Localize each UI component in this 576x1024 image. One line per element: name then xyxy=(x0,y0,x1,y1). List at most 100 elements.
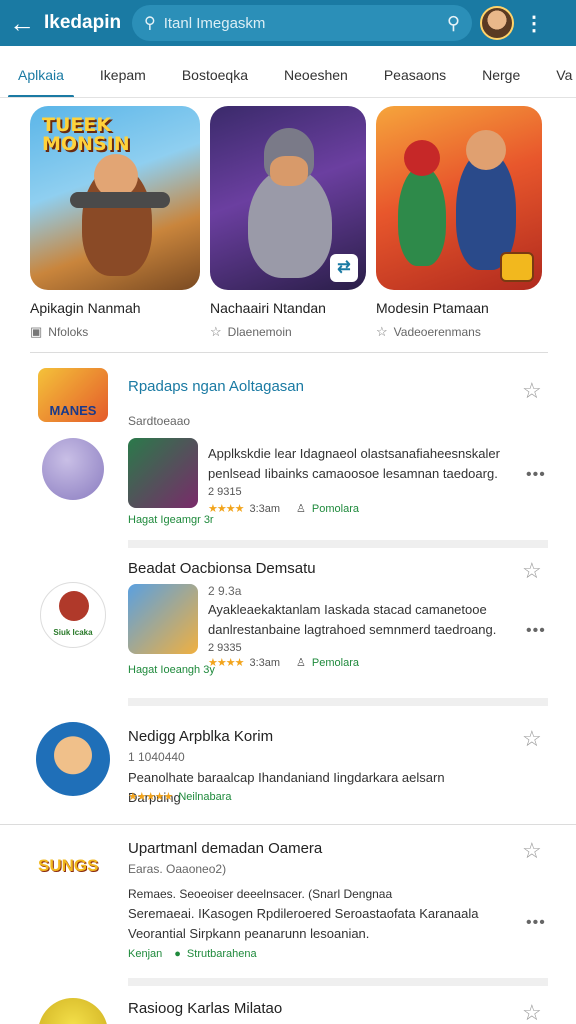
featured-card[interactable]: ⇄ Nachaairi Ntandan ☆ Dlaenemoin xyxy=(210,106,366,346)
arrow-left-icon: ← xyxy=(9,7,35,38)
category-tabs: Aplkaia Ikepam Bostoeqka Neoeshen Peasao… xyxy=(0,52,576,98)
item-sub: Earas. Oaaoneo2) xyxy=(128,862,227,876)
more-horiz-icon[interactable]: ••• xyxy=(526,466,546,484)
section-label: Sardtoeaao xyxy=(128,414,191,428)
app-thumbnail xyxy=(128,584,198,654)
rating-row: ★★★★★ Neilnabara xyxy=(128,790,232,804)
star-outline-icon[interactable]: ☆ xyxy=(522,378,542,404)
search-bar[interactable]: ⚲ Itanl Imegaskm ⚲ xyxy=(132,5,472,41)
app-logo-text: Siuk Icaka xyxy=(53,628,93,637)
featured-row: TUEEK MONSIN Apikagin Nanmah ▣ Nfoloks ⇄… xyxy=(30,106,576,346)
item-description: Ayakleaekaktanlam Iaskada stacad camanet… xyxy=(208,602,497,637)
app-logo: SUNGS xyxy=(38,856,110,890)
more-vert-icon[interactable]: ⋮ xyxy=(524,11,544,36)
featured-image xyxy=(376,106,542,290)
star-outline-icon[interactable]: ☆ xyxy=(522,838,542,864)
more-horiz-icon[interactable]: ••• xyxy=(526,622,546,640)
star-outline-icon[interactable]: ☆ xyxy=(522,726,542,752)
more-horiz-icon[interactable]: ••• xyxy=(526,914,546,932)
list-item[interactable]: Rasioog Karlas Milatao ☆ xyxy=(0,990,576,1024)
featured-sub: ▣ Nfoloks xyxy=(30,324,200,340)
featured-sub: ☆ Dlaenemoin xyxy=(210,324,366,340)
item-title: Upartmanl demadan Oamera xyxy=(128,840,323,857)
featured-sub: ☆ Vadeoerenmans xyxy=(376,324,546,340)
rating-stars-icon: ★★★★★ xyxy=(128,791,173,803)
chat-icon: ▣ xyxy=(30,324,43,339)
item-category: Strutbarahena xyxy=(186,948,257,960)
star-outline-icon: ☆ xyxy=(210,324,222,339)
item-description: Seremaeai. IKasogen Rpdileroered Seroast… xyxy=(128,906,479,941)
app-logo-text: MANES xyxy=(49,403,97,418)
item-description: Applkskdie lear Idagnaeol olastsanafiahe… xyxy=(208,446,500,481)
list-item[interactable]: MANES Rpadaps ngan Aoltagasan ☆ Sardtoea… xyxy=(0,362,576,542)
search-submit-icon[interactable]: ⚲ xyxy=(447,13,460,34)
star-outline-icon[interactable]: ☆ xyxy=(522,1000,542,1024)
divider xyxy=(128,540,548,548)
rating-time: 3:3am xyxy=(249,656,281,669)
app-logo: MANES xyxy=(38,368,108,422)
item-title: Rpadaps ngan Aoltagasan xyxy=(128,378,304,395)
rating-code: 2 9335 xyxy=(208,642,242,654)
item-title: Nedigg Arpblka Korim xyxy=(128,728,274,745)
list-item[interactable]: Siuk Icaka Beadat Oacbionsa Demsatu ☆ 2 … xyxy=(0,552,576,702)
app-logo-text: SUNGS xyxy=(38,856,99,875)
featured-card[interactable]: Modesin Ptamaan ☆ Vadeoerenmans xyxy=(376,106,546,346)
list-item[interactable]: Nedigg Arpblka Korim ☆ 1 1040440 Peanolh… xyxy=(0,712,576,822)
publisher: Pomolara xyxy=(311,502,359,515)
list-item[interactable]: SUNGS Upartmanl demadan Oamera ☆ Earas. … xyxy=(0,830,576,980)
item-title: Rasioog Karlas Milatao xyxy=(128,1000,283,1017)
featured-sub-text: Nfoloks xyxy=(48,325,89,339)
tab-nerge[interactable]: Nerge xyxy=(464,52,538,97)
item-sub: 2 9.3a xyxy=(208,584,242,598)
search-input[interactable]: Itanl Imegaskm xyxy=(164,15,447,32)
tab-aplkaia[interactable]: Aplkaia xyxy=(0,52,82,97)
rating-code: 2 9315 xyxy=(208,486,242,498)
profile-avatar[interactable] xyxy=(480,6,514,40)
app-logo xyxy=(36,722,110,796)
featured-caption: Modesin Ptamaan xyxy=(376,300,489,316)
app-badge-icon: ⇄ xyxy=(330,254,358,282)
app-avatar xyxy=(42,438,104,500)
item-title: Beadat Oacbionsa Demsatu xyxy=(128,560,316,577)
featured-image: ⇄ xyxy=(210,106,366,290)
featured-sub-text: Vadeoerenmans xyxy=(393,325,481,339)
item-line: Remaes. Seoeoiser deeelnsacer. (Snarl De… xyxy=(128,887,393,901)
app-title: Ikedapin xyxy=(44,12,122,33)
users-icon: ♙ xyxy=(296,503,306,515)
featured-image: TUEEK MONSIN xyxy=(30,106,200,290)
back-button[interactable]: ← xyxy=(0,0,44,46)
tag-row: Kenjan ● Strutbarahena xyxy=(128,948,257,960)
rating-row: ★★★★ 3:3am ♙ Pemolara xyxy=(208,656,359,670)
divider xyxy=(30,352,548,353)
rating-time: 3:3am xyxy=(249,502,281,515)
divider xyxy=(128,978,548,986)
verified-icon: ● xyxy=(174,948,181,960)
featured-caption: Nachaairi Ntandan xyxy=(210,300,326,316)
item-category: Hagat Ioeangh 3y xyxy=(128,664,215,676)
star-outline-icon: ☆ xyxy=(376,324,388,339)
tab-neoeshen[interactable]: Neoeshen xyxy=(266,52,366,97)
search-icon: ⚲ xyxy=(144,15,156,32)
divider xyxy=(128,698,548,706)
app-logo xyxy=(38,998,108,1024)
tab-peasaons[interactable]: Peasaons xyxy=(366,52,464,97)
featured-caption: Apikagin Nanmah xyxy=(30,300,141,316)
game-badge-icon xyxy=(500,252,534,282)
game-title-art: TUEEK MONSIN xyxy=(42,114,130,155)
app-thumbnail xyxy=(128,438,198,508)
featured-card[interactable]: TUEEK MONSIN Apikagin Nanmah ▣ Nfoloks xyxy=(30,106,200,346)
publisher-tag: Kenjan xyxy=(128,948,163,960)
tab-va[interactable]: Va xyxy=(538,52,576,97)
top-app-bar: ← Ikedapin ⚲ Itanl Imegaskm ⚲ ⋮ xyxy=(0,0,576,46)
rating-row: ★★★★ 3:3am ♙ Pomolara xyxy=(208,502,359,516)
tab-bostoeqka[interactable]: Bostoeqka xyxy=(164,52,266,97)
item-sub: 1 1040440 xyxy=(128,750,185,764)
item-category: Hagat Igeamgr 3r xyxy=(128,514,214,526)
users-icon: ♙ xyxy=(296,657,306,669)
app-logo: Siuk Icaka xyxy=(40,582,106,648)
divider xyxy=(0,824,576,825)
star-outline-icon[interactable]: ☆ xyxy=(522,558,542,584)
tab-ikepam[interactable]: Ikepam xyxy=(82,52,164,97)
featured-sub-text: Dlaenemoin xyxy=(227,325,292,339)
rating-tag: Neilnabara xyxy=(178,790,232,803)
